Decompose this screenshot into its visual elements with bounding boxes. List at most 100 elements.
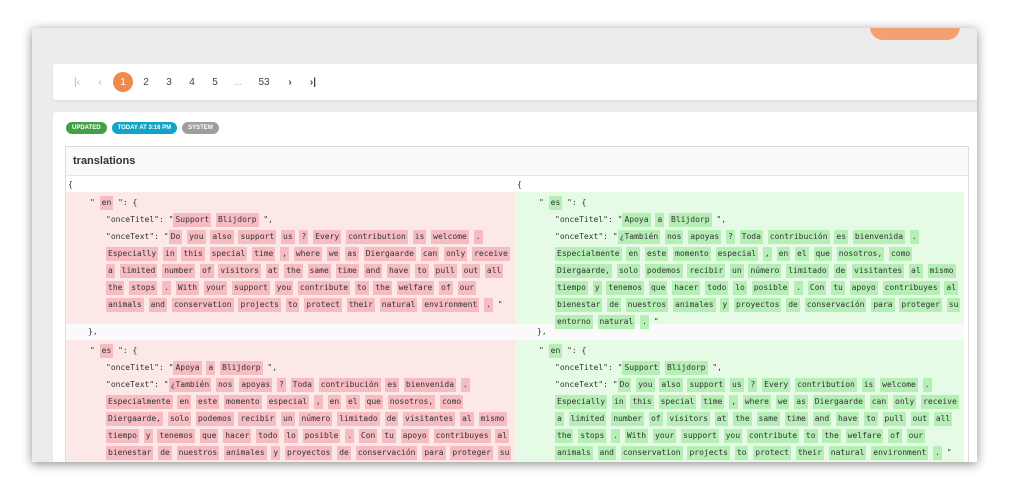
pagination-card: |‹ ‹ 1 2 3 4 5 ... 53 › ›| xyxy=(53,64,977,100)
diff-token: visitors xyxy=(218,264,261,278)
diff-token: a xyxy=(655,213,665,227)
last-page-icon[interactable]: ›| xyxy=(303,72,323,92)
diff-token: contribution xyxy=(795,378,857,392)
diff-token: . xyxy=(345,429,355,443)
diff-token: , xyxy=(729,395,739,409)
diff-token: Support xyxy=(173,213,212,227)
next-page-icon[interactable]: › xyxy=(280,72,300,92)
diff-token: also xyxy=(210,230,234,244)
diff-token: para xyxy=(422,446,446,460)
diff-token: limited xyxy=(568,412,607,426)
page-button-4[interactable]: 4 xyxy=(182,72,202,92)
diff-token: número xyxy=(299,412,333,426)
added-block-es: " es ": { "onceTitel": " Apoya a Blijdorp… xyxy=(515,192,964,329)
page-button-1[interactable]: 1 xyxy=(113,72,133,92)
titel-key: "onceTitel": " xyxy=(555,363,623,372)
diff-token: un xyxy=(281,412,295,426)
pagination: |‹ ‹ 1 2 3 4 5 ... 53 › ›| xyxy=(67,72,326,92)
diff-token: al xyxy=(460,412,474,426)
diff-token: al xyxy=(944,281,959,295)
diff-token: es xyxy=(385,378,400,392)
diff-token: . xyxy=(922,378,932,392)
updated-badge: UPDATED xyxy=(66,122,107,134)
diff-token: . xyxy=(794,281,804,295)
diff-token: proyectos xyxy=(285,446,333,460)
diff-token: contribuyes xyxy=(433,429,491,443)
diff-token: nosotros, xyxy=(387,395,436,409)
diff-token: recibir xyxy=(238,412,277,426)
text-line: "onceText": " Do you also support us ? Ev… xyxy=(68,228,513,313)
diff-token: podemos xyxy=(195,412,234,426)
diff-token: bienvenida xyxy=(852,230,906,244)
page-button-3[interactable]: 3 xyxy=(159,72,179,92)
diff-token: all xyxy=(933,412,953,426)
diff-token: have xyxy=(835,412,860,426)
diff-token: contribución xyxy=(318,378,381,392)
app-window: |‹ ‹ 1 2 3 4 5 ... 53 › ›| UPDATED TODAY… xyxy=(32,28,977,462)
diff-token: , xyxy=(280,247,290,261)
diff-token: Especially xyxy=(106,247,159,261)
removed-block-es: " es ": { "onceTitel": " Apoya a Blijdorp… xyxy=(66,340,515,462)
page-button-2[interactable]: 2 xyxy=(136,72,156,92)
diff-token: where xyxy=(742,395,771,409)
diff-token: their xyxy=(346,298,375,312)
lang-key-line: " es ": { xyxy=(517,194,962,211)
diff-token: same xyxy=(307,264,331,278)
diff-token: can xyxy=(869,395,889,409)
diff-token: of xyxy=(199,264,214,278)
diff-token: su xyxy=(497,446,512,460)
diff-old-column: { " en ": { "onceTitel": " Support Blijdo… xyxy=(66,177,515,462)
diff-token: de xyxy=(384,412,399,426)
diff-token: que xyxy=(199,429,219,443)
diff-token: contribution xyxy=(346,230,408,244)
diff-token: a xyxy=(555,412,564,426)
diff-token: que xyxy=(364,395,383,409)
diff-token: conservación xyxy=(355,446,418,460)
diff-token: only xyxy=(444,247,468,261)
diff-token: environment xyxy=(422,298,480,312)
first-page-icon[interactable]: |‹ xyxy=(67,72,87,92)
diff-token: número xyxy=(748,264,782,278)
diff-token: protect xyxy=(753,446,791,460)
diff-token: and xyxy=(812,412,832,426)
page-button-53[interactable]: 53 xyxy=(251,72,277,92)
orange-action-button[interactable] xyxy=(870,28,960,40)
diff-token: and xyxy=(363,264,383,278)
diff-token: at xyxy=(714,412,729,426)
diff-token: podemos xyxy=(644,264,683,278)
diff-token: apoyo xyxy=(400,429,429,443)
diff-token: can xyxy=(420,247,440,261)
diff-token: receive xyxy=(472,247,510,261)
diff-token: tu xyxy=(831,281,845,295)
diff-token: number xyxy=(611,412,645,426)
diff-token: Support xyxy=(622,361,661,375)
diff-token: este xyxy=(644,247,669,261)
diff-token: environment xyxy=(871,446,929,460)
text-end: " xyxy=(497,300,503,309)
diff-token: only xyxy=(893,395,917,409)
text-end: " xyxy=(946,448,952,457)
diff-token: and xyxy=(148,298,167,312)
diff-token: Diergaarde xyxy=(812,395,865,409)
diff-token: de xyxy=(786,298,800,312)
diff-token: . xyxy=(162,281,172,295)
page-button-5[interactable]: 5 xyxy=(205,72,225,92)
open-brace: { xyxy=(68,180,73,189)
diff-token: welfare xyxy=(845,429,884,443)
diff-token: bienestar xyxy=(555,298,603,312)
diff-token: bienestar xyxy=(106,446,154,460)
diff-token: us xyxy=(281,230,295,244)
diff-token: Blijdorp xyxy=(669,213,712,227)
diff-token: Diergaarde, xyxy=(106,412,163,426)
change-detail-card: UPDATED TODAY AT 3:16 PM SYSTEM translat… xyxy=(53,112,977,462)
diff-token: hacer xyxy=(223,429,252,443)
diff-token: animals xyxy=(106,298,144,312)
prev-page-icon[interactable]: ‹ xyxy=(90,72,110,92)
diff-token: . xyxy=(484,298,493,312)
text-key: "onceText": " xyxy=(555,232,618,241)
diff-token: como xyxy=(439,395,464,409)
titel-end: ", xyxy=(712,363,722,372)
diff-token: proyectos xyxy=(734,298,782,312)
diff-token: . xyxy=(611,429,621,443)
diff-token: welcome xyxy=(431,230,469,244)
